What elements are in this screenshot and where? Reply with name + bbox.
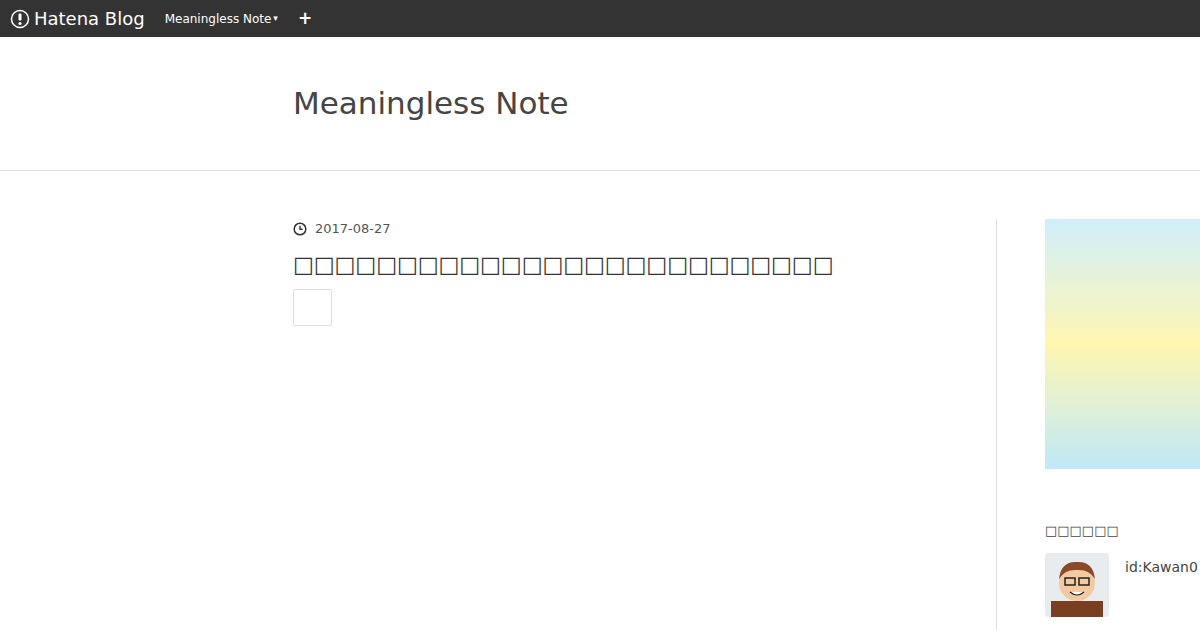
blog-title[interactable]: Meaningless Note (293, 84, 569, 123)
ad-banner[interactable] (1045, 219, 1200, 469)
share-box[interactable] (293, 289, 332, 326)
entry-title[interactable]: □□□□□□□□□□□□□□□□□□□□□□□□□□ (293, 249, 976, 281)
clock-icon (293, 222, 307, 236)
blog-menu[interactable]: Meaningless Note▾ (165, 10, 278, 28)
avatar-icon[interactable] (1045, 553, 1109, 617)
hatena-logo-icon (10, 9, 30, 29)
page: Hatena Blog Meaningless Note▾ + Meaningless… (0, 0, 1200, 630)
profile-id[interactable]: id:Kawan0 (1125, 557, 1198, 578)
hatena-logo[interactable]: Hatena Blog (10, 9, 145, 29)
profile: id:Kawan0 (1045, 553, 1200, 617)
add-button[interactable]: + (298, 10, 312, 27)
top-bar: Hatena Blog Meaningless Note▾ + (0, 0, 1200, 37)
content: 2017-08-27□□□□□□□□□□□□□□□□□□□□□□□□□□□□□□… (0, 171, 1200, 630)
entry-date[interactable]: 2017-08-27 (293, 219, 976, 239)
profile-heading: □□□□□□ (1045, 521, 1200, 541)
sidebar: □□□□□□ id:Kawan0 (997, 219, 1200, 630)
blog-header: Meaningless Note (0, 37, 1200, 171)
entry: 2017-08-27 □□□□□□□□□□□□□□□□□□□□□□□□□□ (293, 219, 997, 630)
